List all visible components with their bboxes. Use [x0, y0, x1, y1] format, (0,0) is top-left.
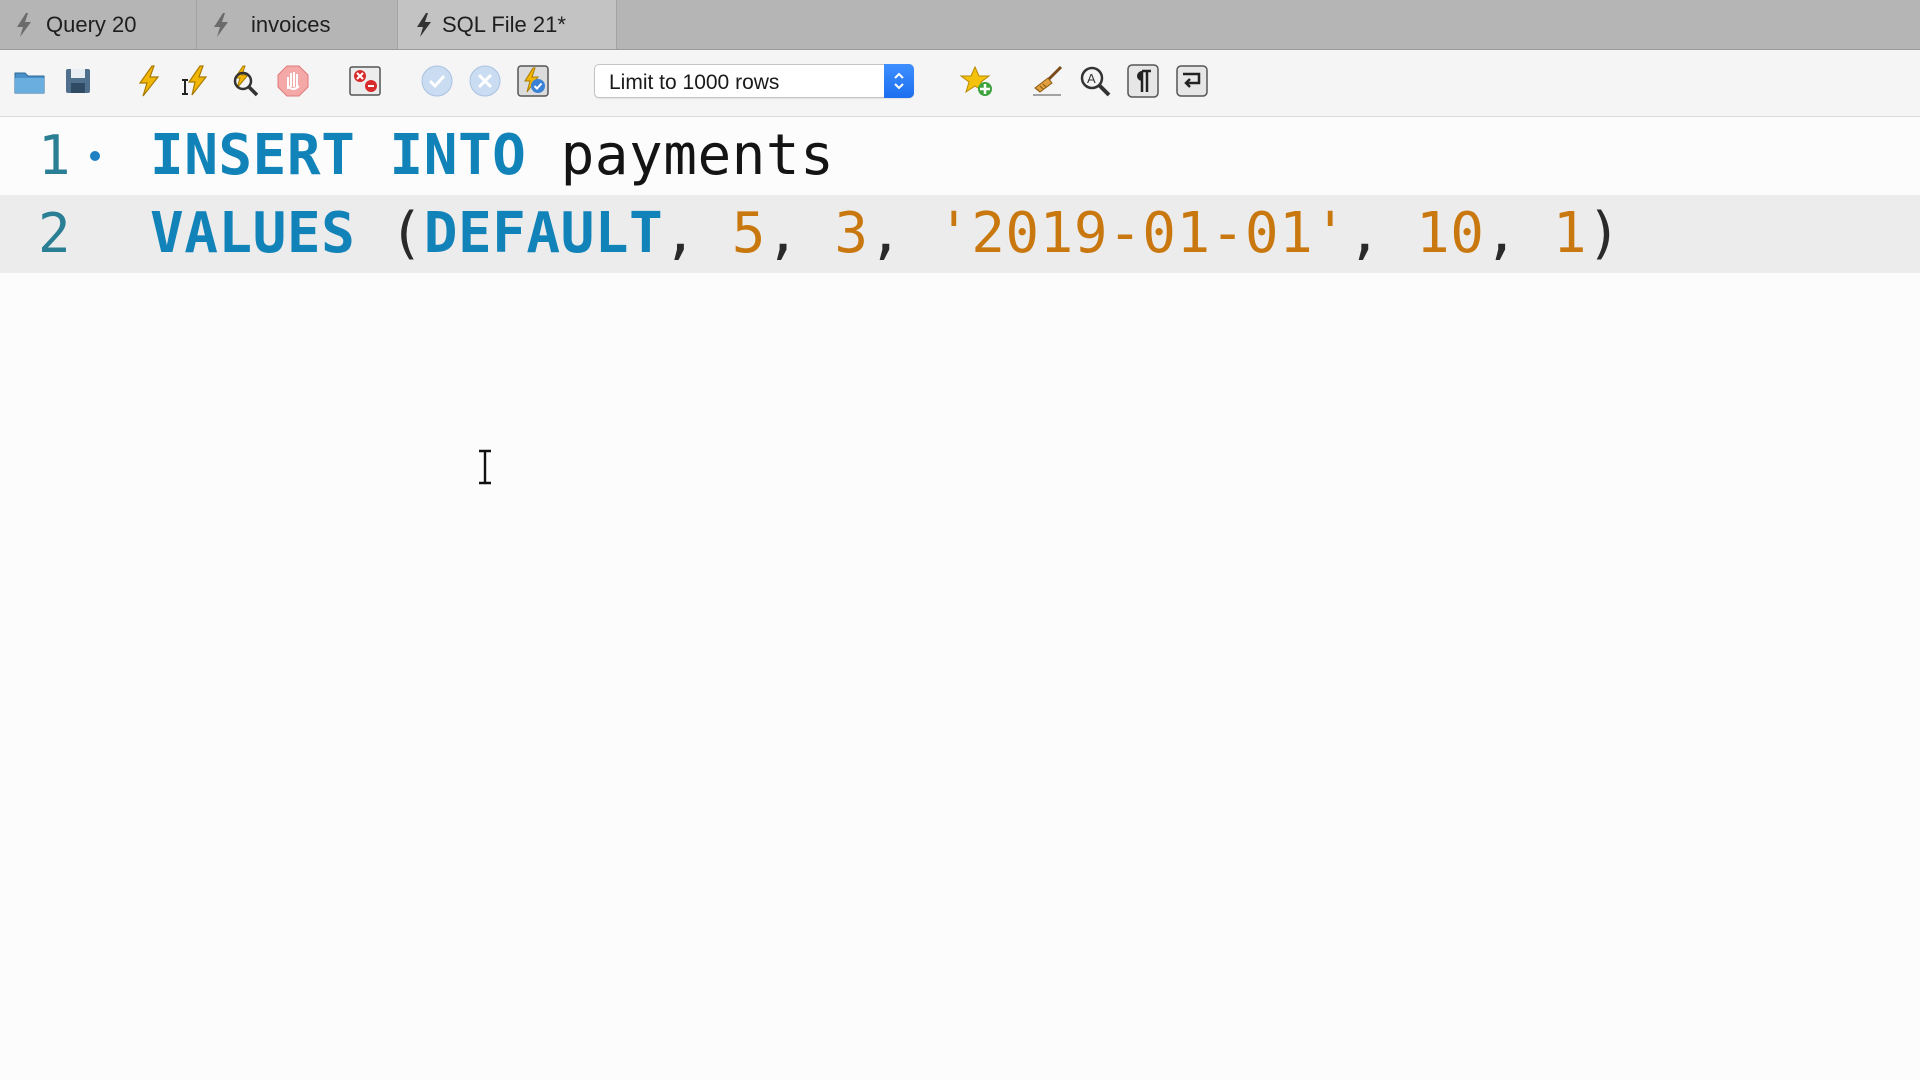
limit-rows-value: Limit to 1000 rows: [609, 71, 780, 94]
code-line-2[interactable]: 2 VALUES (DEFAULT, 5, 3, '2019-01-01', 1…: [0, 195, 1920, 273]
statement-marker-icon: [90, 151, 100, 161]
code-token-num: 5: [731, 201, 766, 266]
bolt-icon: [417, 12, 431, 37]
invisible-chars-icon: [1127, 64, 1159, 98]
code-token-ws: [526, 123, 560, 188]
save-icon: [66, 69, 90, 93]
tab-bar: Query 20 invoices SQL File 21*: [0, 0, 1920, 50]
svg-text:A: A: [1087, 71, 1096, 86]
code-text: INSERT INTO payments: [150, 117, 834, 195]
code-token-punc: ,: [1484, 201, 1553, 266]
tab-invoices[interactable]: invoices: [197, 0, 398, 49]
execute-icon: [138, 65, 160, 97]
code-token-ws: [355, 201, 389, 266]
code-line-1[interactable]: 1 INSERT INTO payments: [0, 117, 1920, 195]
add-snippet-icon: [960, 65, 992, 96]
explain-button[interactable]: [226, 63, 262, 99]
save-button[interactable]: [60, 63, 96, 99]
find-button[interactable]: A: [1077, 63, 1113, 99]
line-number: 1: [38, 124, 71, 187]
text-cursor-icon: [479, 449, 491, 485]
code-text: VALUES (DEFAULT, 5, 3, '2019-01-01', 10,…: [150, 195, 1621, 273]
code-token-str: '2019-01-01': [937, 201, 1348, 266]
find-icon: A: [1080, 66, 1111, 97]
tab-query-20[interactable]: Query 20: [0, 0, 197, 49]
toggle-error-button[interactable]: [347, 63, 383, 99]
tab-label: invoices: [251, 11, 331, 37]
bolt-icon: [17, 12, 31, 37]
code-token-id: payments: [560, 123, 835, 188]
select-stepper-icon: [884, 64, 914, 98]
editor-toolbar: Limit to 1000 rows A: [0, 50, 1920, 117]
commit-button[interactable]: [419, 63, 455, 99]
code-token-kw: VALUES: [150, 201, 356, 266]
code-token-punc: ,: [765, 201, 835, 266]
open-folder-button[interactable]: [12, 63, 48, 99]
code-token-punc: ,: [663, 201, 732, 266]
execute-button[interactable]: [131, 63, 167, 99]
code-token-num: 3: [834, 201, 869, 266]
code-token-kw: INTO: [389, 123, 527, 188]
stop-icon: [277, 65, 309, 97]
toggle-error-icon: [349, 66, 381, 96]
tab-sql-file-21[interactable]: SQL File 21*: [398, 0, 617, 49]
limit-rows-select[interactable]: Limit to 1000 rows: [594, 64, 914, 98]
sql-editor[interactable]: 1 INSERT INTO payments 2 VALUES (DEFAULT…: [0, 117, 1920, 1080]
code-token-punc: ,: [1347, 201, 1417, 266]
code-token-num: 1: [1552, 201, 1588, 266]
code-token-punc: (: [389, 201, 424, 266]
tab-label: SQL File 21*: [442, 11, 566, 37]
bolt-icon: [214, 12, 228, 37]
code-token-kw: INSERT: [150, 123, 356, 188]
autocommit-icon: [517, 65, 549, 97]
explain-icon: [233, 65, 259, 97]
beautify-icon: [1033, 65, 1063, 96]
code-token-punc: ,: [868, 201, 937, 266]
rollback-icon: [469, 65, 501, 97]
code-token-ws: [355, 123, 389, 188]
open-folder-icon: [14, 72, 45, 94]
code-token-num: 10: [1416, 201, 1485, 266]
wrap-lines-icon: [1176, 65, 1208, 97]
stop-button[interactable]: [275, 63, 311, 99]
wrap-lines-button[interactable]: [1174, 63, 1210, 99]
execute-current-icon: [182, 65, 208, 96]
autocommit-button[interactable]: [515, 63, 551, 99]
code-token-kw: DEFAULT: [423, 201, 664, 266]
add-snippet-button[interactable]: [959, 63, 995, 99]
tab-label: Query 20: [46, 11, 137, 37]
beautify-button[interactable]: [1030, 63, 1066, 99]
execute-current-button[interactable]: [178, 63, 214, 99]
line-number: 2: [38, 202, 71, 265]
commit-icon: [421, 65, 453, 97]
invisible-chars-button[interactable]: [1125, 63, 1161, 99]
rollback-button[interactable]: [467, 63, 503, 99]
code-token-punc: ): [1587, 201, 1622, 266]
